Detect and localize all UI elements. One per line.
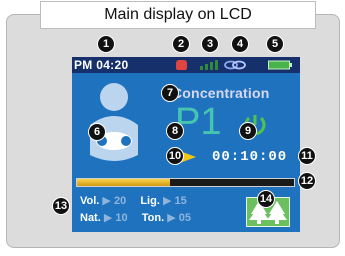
mode-label: Concentration (172, 85, 270, 101)
nat-value: 10 (115, 212, 128, 224)
callout-14: 14 (257, 190, 275, 208)
callout-3: 3 (201, 35, 219, 53)
callout-12: 12 (298, 172, 316, 190)
ton-arrow-icon: ▶ (167, 212, 176, 224)
callout-8: 8 (166, 122, 184, 140)
callout-9: 9 (239, 122, 257, 140)
callout-4: 4 (231, 35, 249, 53)
diagram-title: Main display on LCD (40, 1, 316, 29)
settings-panel: Vol. ▶ 20 Lig. ▶ 15 Nat. ▶ 10 Ton. ▶ 05 (80, 193, 191, 227)
progress-fill (77, 179, 171, 186)
callout-13: 13 (52, 197, 70, 215)
nat-arrow-icon: ▶ (103, 212, 113, 224)
clock-time: PM 04:20 (74, 58, 129, 72)
lig-arrow-icon: ▶ (162, 195, 172, 207)
callout-10: 10 (166, 147, 184, 165)
vol-arrow-icon: ▶ (102, 195, 111, 207)
lig-value: 15 (174, 195, 187, 207)
link-icon (224, 60, 246, 70)
battery-icon (268, 60, 292, 70)
callout-6: 6 (88, 123, 106, 141)
callout-5: 5 (266, 35, 284, 53)
ton-value: 05 (178, 212, 191, 224)
ton-label: Ton. (141, 212, 165, 224)
callout-7: 7 (161, 84, 179, 102)
nat-label: Nat. (80, 212, 101, 224)
vol-value: 20 (113, 195, 127, 207)
status-bar: PM 04:20 (72, 57, 300, 73)
vol-label: Vol. (80, 195, 100, 207)
progress-bar (76, 178, 295, 187)
callout-2: 2 (172, 35, 190, 53)
signal-icon (200, 60, 218, 70)
alarm-icon (176, 60, 187, 70)
callout-1: 1 (97, 35, 115, 53)
callout-11: 11 (298, 147, 316, 165)
timer-readout: 00:10:00 (212, 149, 288, 165)
lig-label: Lig. (140, 195, 160, 207)
diagram-title-text: Main display on LCD (104, 6, 252, 23)
